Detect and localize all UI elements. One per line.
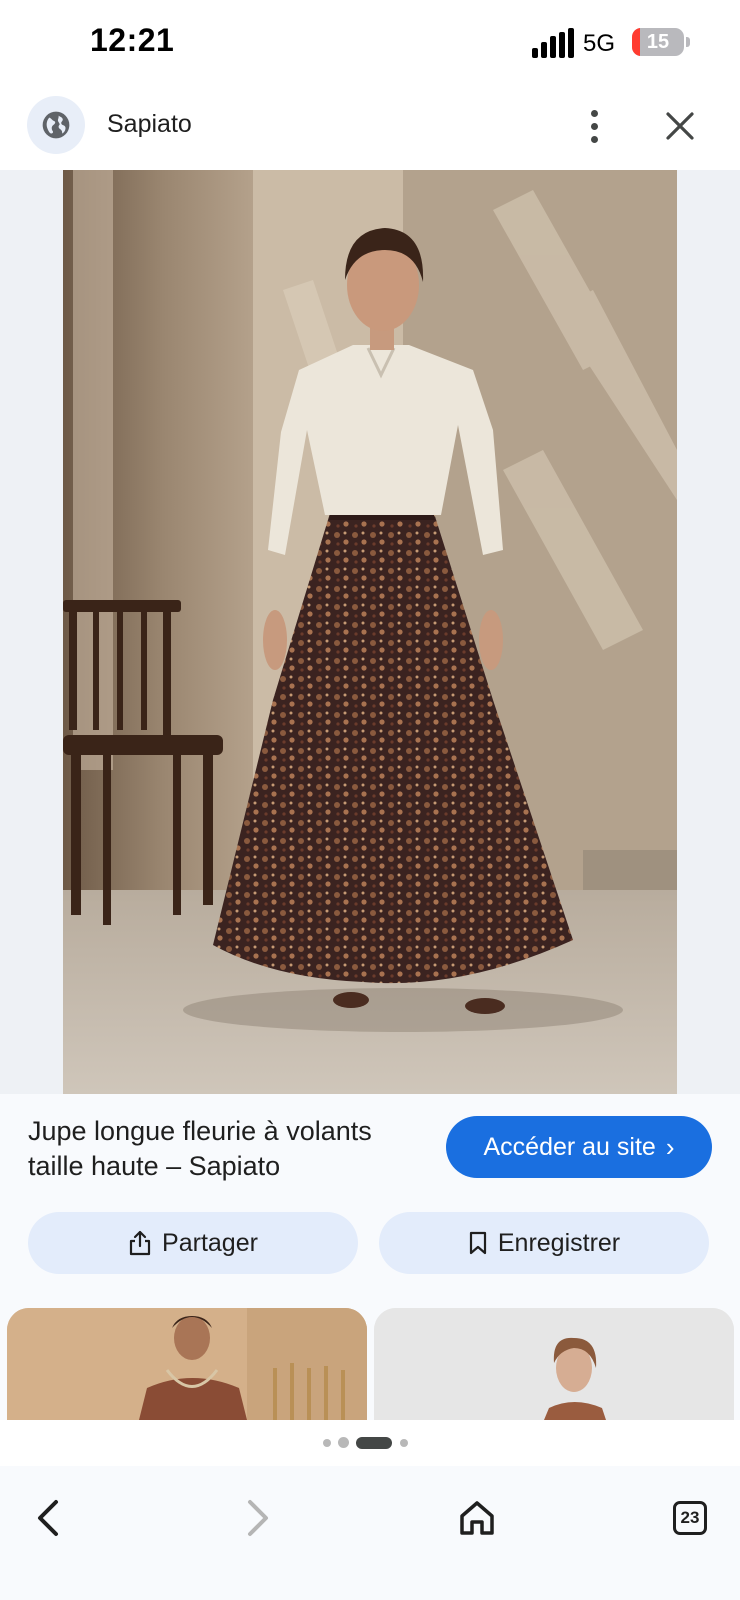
- forward-button[interactable]: [226, 1486, 290, 1550]
- image-pager: [0, 1420, 740, 1466]
- product-photo[interactable]: [63, 170, 677, 1094]
- result-info: Jupe longue fleurie à volants taille hau…: [0, 1094, 740, 1420]
- signal-icon: [532, 28, 574, 58]
- related-image-thumbnail[interactable]: [374, 1308, 734, 1420]
- status-bar: 12:21 5G 15: [0, 0, 740, 88]
- share-button[interactable]: Partager: [28, 1212, 358, 1274]
- battery-level: 15: [646, 31, 670, 53]
- close-icon[interactable]: [658, 104, 702, 148]
- home-button[interactable]: [445, 1486, 509, 1550]
- bookmark-icon: [469, 1231, 486, 1255]
- result-title[interactable]: Jupe longue fleurie à volants taille hau…: [28, 1114, 418, 1184]
- save-label: Enregistrer: [497, 1228, 621, 1257]
- image-viewer: [0, 170, 740, 1094]
- browser-bottom-nav: 23: [0, 1466, 740, 1600]
- forward-arrow-icon: [248, 1500, 268, 1536]
- battery-tip: [686, 37, 690, 47]
- share-label: Partager: [162, 1228, 258, 1257]
- back-button[interactable]: [16, 1486, 80, 1550]
- globe-icon[interactable]: [27, 96, 85, 154]
- chevron-right-icon: ›: [665, 1132, 675, 1162]
- share-icon: [129, 1230, 151, 1256]
- related-image-thumbnail[interactable]: [7, 1308, 367, 1420]
- network-type: 5G: [583, 30, 616, 57]
- visit-site-label: Accéder au site: [483, 1132, 656, 1161]
- site-name[interactable]: Sapiato: [107, 110, 192, 139]
- visit-site-button[interactable]: Accéder au site ›: [446, 1116, 712, 1178]
- pager-dot-active[interactable]: [356, 1437, 392, 1449]
- status-time: 12:21: [90, 22, 175, 58]
- save-button[interactable]: Enregistrer: [379, 1212, 709, 1274]
- battery-icon: 15: [632, 28, 684, 56]
- tab-count: 23: [680, 1508, 700, 1527]
- pager-dot[interactable]: [338, 1437, 349, 1448]
- tabs-icon: 23: [673, 1501, 707, 1535]
- viewer-header: Sapiato: [0, 88, 740, 170]
- home-icon: [460, 1501, 494, 1535]
- pager-dot[interactable]: [323, 1439, 331, 1447]
- more-options-icon[interactable]: [574, 104, 614, 148]
- back-arrow-icon: [38, 1500, 58, 1536]
- pager-dot[interactable]: [400, 1439, 408, 1447]
- tabs-button[interactable]: 23: [658, 1486, 722, 1550]
